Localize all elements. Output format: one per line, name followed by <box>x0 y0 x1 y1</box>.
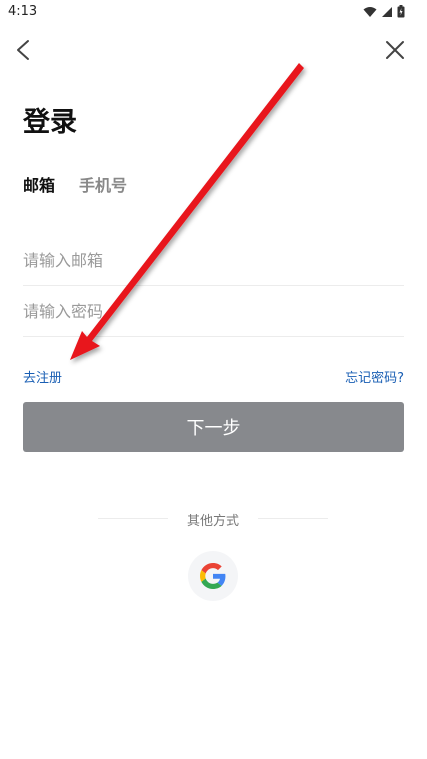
signal-icon <box>382 6 392 17</box>
other-login-label: 其他方式 <box>186 514 239 529</box>
forgot-password-link[interactable]: 忘记密码? <box>345 367 404 386</box>
register-link[interactable]: 去注册 <box>23 367 62 386</box>
password-input[interactable] <box>23 287 404 336</box>
password-field-wrapper <box>23 287 404 337</box>
battery-icon <box>397 5 405 18</box>
back-button[interactable] <box>10 36 38 64</box>
status-icons <box>363 5 405 18</box>
divider-line-right <box>258 518 328 519</box>
status-time: 4:13 <box>8 4 38 19</box>
close-button[interactable] <box>381 36 409 64</box>
close-icon <box>386 41 404 59</box>
next-button[interactable]: 下一步 <box>23 402 404 452</box>
wifi-icon <box>363 6 377 17</box>
chevron-left-icon <box>17 40 29 60</box>
page-title: 登录 <box>23 107 77 138</box>
status-bar: 4:13 <box>0 0 427 26</box>
email-field-wrapper <box>23 236 404 286</box>
google-icon <box>200 563 226 589</box>
tab-phone[interactable]: 手机号 <box>79 172 127 196</box>
google-login-button[interactable] <box>188 551 238 601</box>
other-login-divider: 其他方式 <box>98 510 328 529</box>
email-input[interactable] <box>23 236 404 285</box>
tab-email[interactable]: 邮箱 <box>23 172 55 196</box>
login-tabs: 邮箱 手机号 <box>23 172 127 196</box>
